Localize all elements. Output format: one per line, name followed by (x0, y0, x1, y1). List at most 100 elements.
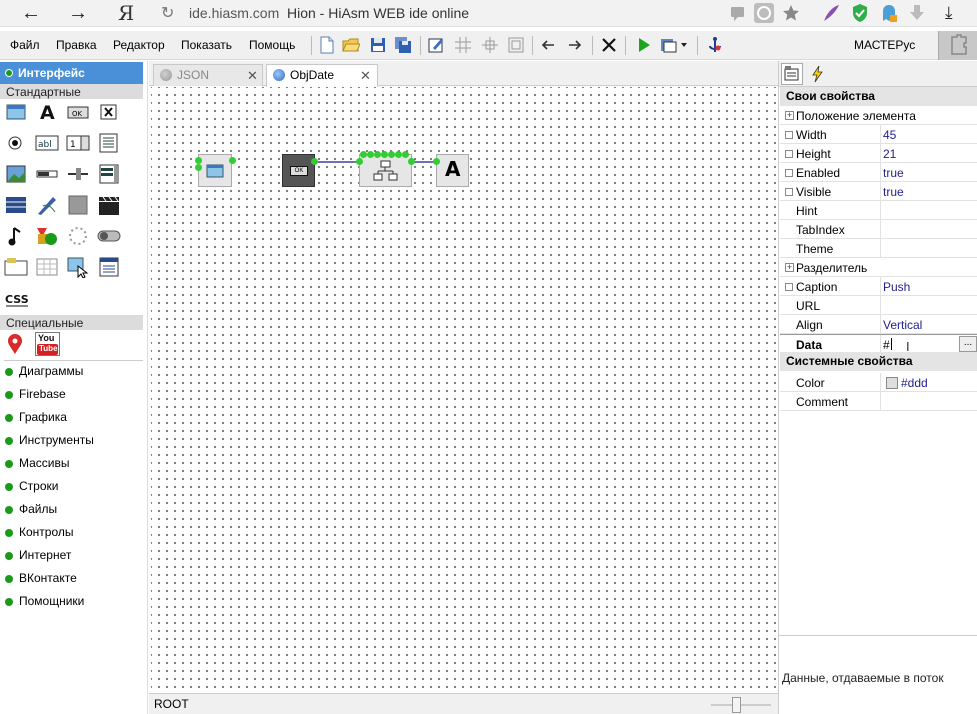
prop-value[interactable]: Push (883, 280, 910, 294)
design-canvas[interactable]: OK A (151, 87, 777, 692)
button-pin-out[interactable] (311, 158, 318, 165)
category-helpers[interactable]: Помощники (0, 592, 143, 612)
prop-comment[interactable]: Comment (780, 392, 977, 411)
tab-properties[interactable] (781, 63, 803, 85)
prop-width[interactable]: Width 45 (780, 125, 977, 144)
shapes-icon[interactable] (35, 225, 59, 247)
ghost-icon[interactable] (879, 3, 899, 23)
reload-icon[interactable]: ↻ (161, 3, 174, 23)
zoom-track[interactable] (711, 704, 771, 706)
page-control-icon[interactable] (97, 256, 121, 278)
spin-edit-icon[interactable]: 1 (66, 132, 90, 154)
back-button[interactable]: ← (21, 2, 41, 25)
category-strings[interactable]: Строки (0, 477, 143, 497)
prop-caption[interactable]: Caption Push (780, 277, 977, 296)
prop-value[interactable]: true (883, 166, 904, 180)
form-pin-top-left[interactable] (195, 157, 202, 164)
shield-icon[interactable] (850, 3, 870, 23)
category-vkontakte[interactable]: ВКонтакте (0, 569, 143, 589)
music-note-icon[interactable] (4, 225, 28, 247)
label-pin-in[interactable] (433, 158, 440, 165)
download-icon[interactable]: ⤓ (945, 3, 953, 23)
close-box-icon[interactable] (97, 101, 121, 123)
save-icon[interactable] (369, 36, 387, 54)
objdate-pin[interactable] (388, 151, 395, 158)
palette-header[interactable]: Интерфейс (0, 62, 143, 84)
image-icon[interactable] (4, 163, 28, 185)
menu-edit[interactable]: Правка (56, 38, 97, 52)
edit-abl-icon[interactable]: abl (35, 132, 59, 154)
align-center-icon[interactable] (481, 36, 499, 54)
loader-icon[interactable] (66, 225, 90, 247)
tab-close-icon[interactable]: ✕ (247, 68, 258, 84)
section-standard[interactable]: Стандартные (0, 84, 143, 99)
checkbox[interactable] (785, 150, 793, 158)
label-a-icon[interactable]: A (35, 101, 59, 123)
undo-icon[interactable] (539, 36, 557, 54)
vpn-icon[interactable] (754, 3, 774, 23)
pen-icon[interactable] (35, 194, 59, 216)
objdate-pin[interactable] (367, 151, 374, 158)
menu-view[interactable]: Показать (181, 38, 232, 52)
category-files[interactable]: Файлы (0, 500, 143, 520)
build-dropdown-icon[interactable] (660, 36, 688, 54)
prop-position[interactable]: + Положение элемента (780, 106, 977, 125)
chat-icon[interactable] (728, 3, 748, 23)
new-file-icon[interactable] (318, 36, 336, 54)
section-special[interactable]: Специальные (0, 315, 143, 330)
zoom-slider-thumb[interactable] (732, 697, 741, 713)
prop-value[interactable]: #ddd (901, 376, 928, 390)
objdate-pin-out[interactable] (408, 158, 415, 165)
run-icon[interactable] (635, 36, 653, 54)
prop-color[interactable]: Color #ddd (780, 373, 977, 392)
menu-editor[interactable]: Редактор (113, 38, 165, 52)
trackbar-icon[interactable] (66, 163, 90, 185)
grid-table-icon[interactable] (35, 256, 59, 278)
tab-close-icon[interactable]: ✕ (360, 68, 371, 84)
prop-tabindex[interactable]: TabIndex (780, 220, 977, 239)
memo-icon[interactable] (97, 132, 121, 154)
checkbox[interactable] (785, 188, 793, 196)
button-element[interactable]: OK (282, 154, 315, 187)
panel-icon[interactable] (66, 194, 90, 216)
tab-json[interactable]: JSON ✕ (153, 64, 263, 86)
form-icon[interactable] (4, 101, 28, 123)
table-icon[interactable] (4, 194, 28, 216)
open-folder-icon[interactable] (342, 36, 360, 54)
objdate-pin[interactable] (395, 151, 402, 158)
save-all-icon[interactable] (394, 36, 412, 54)
menu-help[interactable]: Помощь (249, 38, 295, 52)
map-pin-icon[interactable] (4, 333, 28, 355)
label-element[interactable]: A (436, 154, 469, 187)
feather-icon[interactable] (821, 3, 841, 23)
objdate-pin-in[interactable] (356, 158, 363, 165)
prop-url[interactable]: URL (780, 296, 977, 315)
forward-button[interactable]: → (68, 2, 88, 25)
expand-icon[interactable]: + (785, 111, 794, 120)
css-icon[interactable]: CSS (4, 289, 30, 311)
objdate-pin[interactable] (360, 151, 367, 158)
redo-icon[interactable] (566, 36, 584, 54)
checkbox[interactable] (785, 283, 793, 291)
objdate-pin[interactable] (402, 151, 409, 158)
radio-icon[interactable] (4, 132, 28, 154)
prop-enabled[interactable]: Enabled true (780, 163, 977, 182)
youtube-icon[interactable]: You Tube (35, 332, 60, 356)
data-value-input[interactable]: # (883, 338, 890, 352)
category-firebase[interactable]: Firebase (0, 385, 143, 405)
category-graphics[interactable]: Графика (0, 408, 143, 428)
anchor-icon[interactable] (706, 36, 724, 54)
edit-properties-icon[interactable] (427, 36, 445, 54)
yandex-logo[interactable]: Я (118, 1, 134, 25)
category-tools[interactable]: Инструменты (0, 431, 143, 451)
form-pin-left[interactable] (195, 164, 202, 171)
data-edit-button[interactable]: ... (959, 336, 977, 352)
objdate-element[interactable] (359, 154, 412, 187)
group-box-icon[interactable] (4, 256, 28, 278)
progress-icon[interactable] (35, 163, 59, 185)
menu-file[interactable]: Файл (10, 38, 40, 52)
delete-icon[interactable] (600, 36, 618, 54)
fit-icon[interactable] (507, 36, 525, 54)
color-swatch[interactable] (886, 377, 898, 389)
category-arrays[interactable]: Массивы (0, 454, 143, 474)
